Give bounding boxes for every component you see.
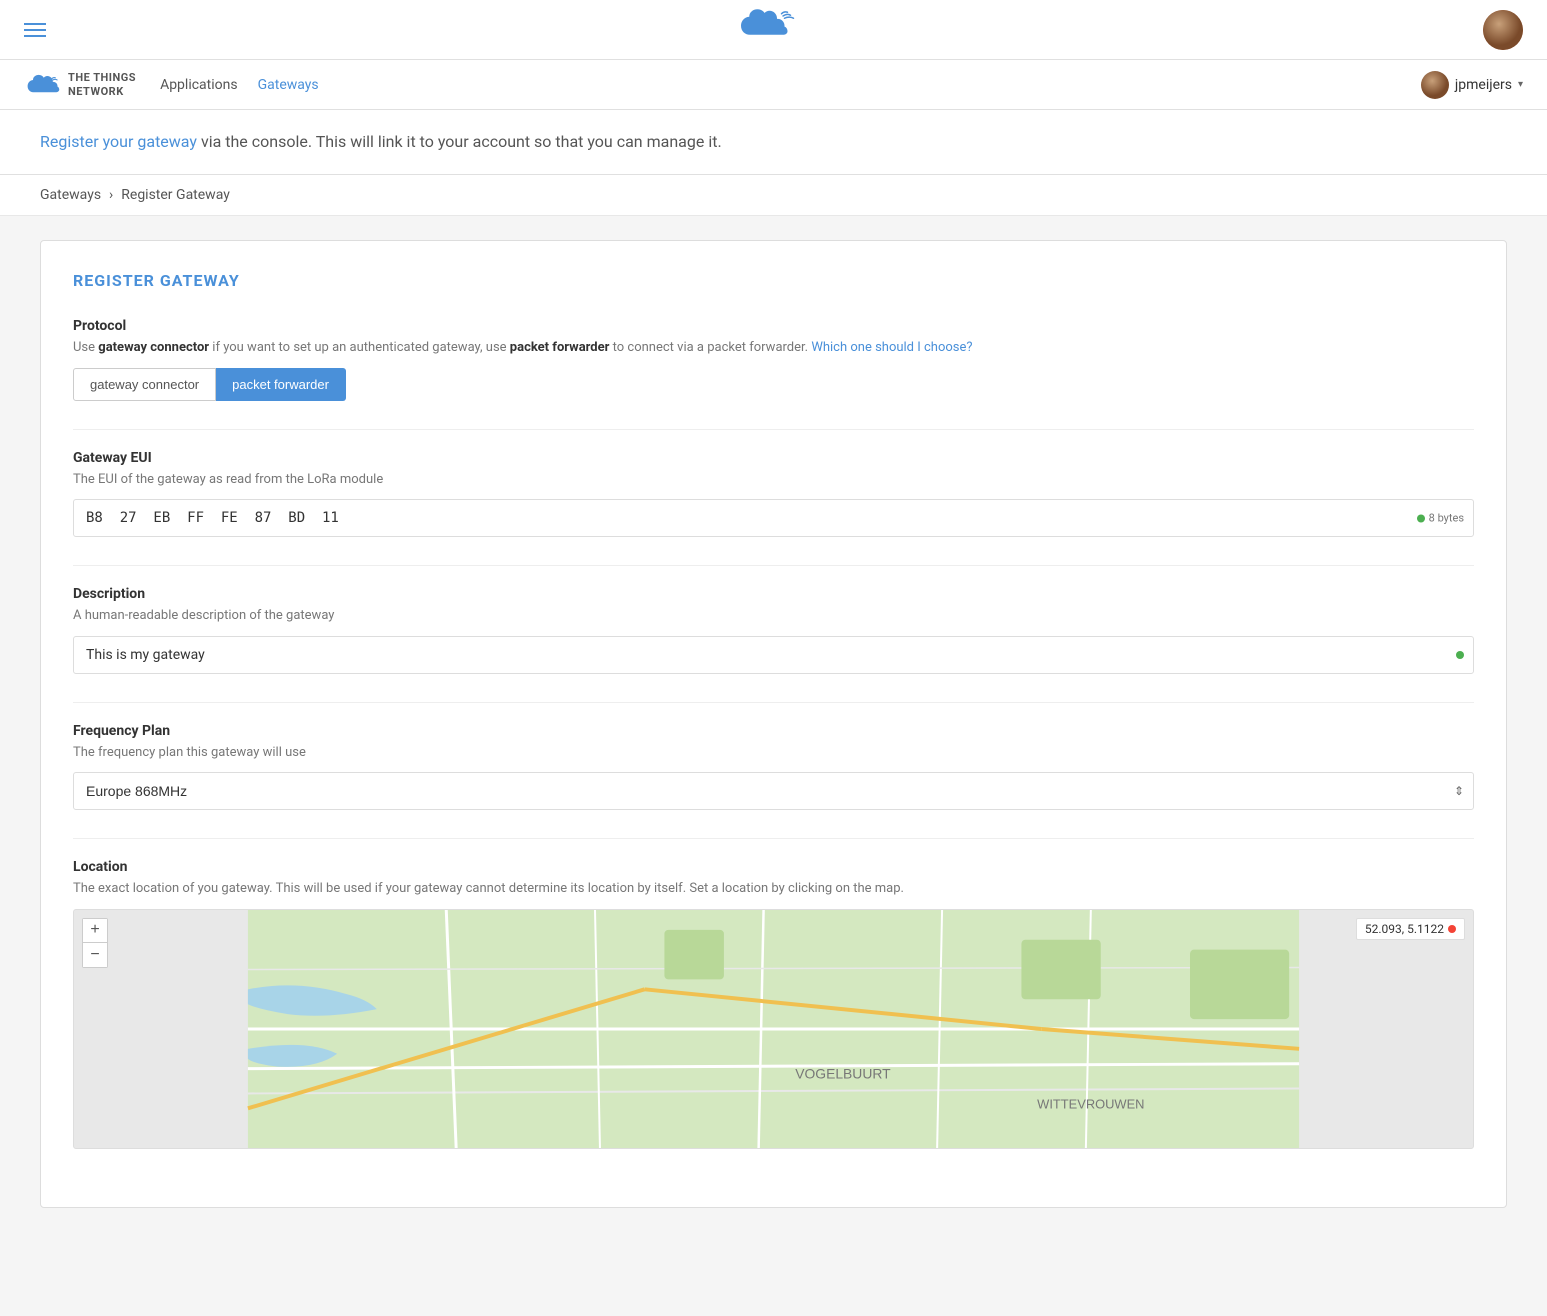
location-desc: The exact location of you gateway. This … xyxy=(73,879,1474,899)
description-desc: A human-readable description of the gate… xyxy=(73,606,1474,626)
nav-link-applications[interactable]: Applications xyxy=(160,73,238,97)
location-label: Location xyxy=(73,859,1474,875)
gateway-eui-section: Gateway EUI The EUI of the gateway as re… xyxy=(73,450,1474,538)
which-one-link[interactable]: Which one should I choose? xyxy=(811,340,972,355)
protocol-section: Protocol Use gateway connector if you wa… xyxy=(73,318,1474,401)
frequency-plan-desc: The frequency plan this gateway will use xyxy=(73,743,1474,763)
register-gateway-form: REGISTER GATEWAY Protocol Use gateway co… xyxy=(40,240,1507,1208)
frequency-plan-section: Frequency Plan The frequency plan this g… xyxy=(73,723,1474,811)
gateway-eui-field-wrapper: 8 bytes xyxy=(73,499,1474,537)
eui-status-dot xyxy=(1417,514,1425,522)
map-container[interactable]: VOGELBUURT WITTEVROUWEN + − 52.093, 5.11… xyxy=(73,909,1474,1149)
description-label: Description xyxy=(73,586,1474,602)
btn-gateway-connector[interactable]: gateway connector xyxy=(73,368,216,401)
hamburger-menu[interactable] xyxy=(24,23,46,37)
nav-link-gateways[interactable]: Gateways xyxy=(258,73,319,97)
ttn-logo-text: THE THINGS NETWORK xyxy=(68,71,136,97)
form-title: REGISTER GATEWAY xyxy=(73,271,1474,290)
svg-text:VOGELBUURT: VOGELBUURT xyxy=(795,1065,891,1081)
top-bar xyxy=(0,0,1547,60)
description-section: Description A human-readable description… xyxy=(73,586,1474,674)
gateway-eui-label: Gateway EUI xyxy=(73,450,1474,466)
secondary-nav: THE THINGS NETWORK Applications Gateways… xyxy=(0,60,1547,110)
page-intro: Register your gateway via the console. T… xyxy=(0,110,1547,175)
page-intro-text: via the console. This will link it to yo… xyxy=(197,132,722,151)
breadcrumb-parent[interactable]: Gateways xyxy=(40,187,101,203)
description-status-dot xyxy=(1456,651,1464,659)
coords-status-dot xyxy=(1448,925,1456,933)
protocol-description: Use gateway connector if you want to set… xyxy=(73,338,1474,358)
gateway-eui-description: The EUI of the gateway as read from the … xyxy=(73,470,1474,490)
user-avatar-top[interactable] xyxy=(1483,10,1523,50)
coordinates-value: 52.093, 5.1122 xyxy=(1365,922,1444,936)
eui-badge: 8 bytes xyxy=(1417,512,1464,525)
frequency-plan-select-wrapper: Europe 868MHz US 915MHz AU 915MHz AS 923… xyxy=(73,772,1474,810)
map-tiles: VOGELBUURT WITTEVROUWEN xyxy=(74,910,1473,1148)
svg-text:WITTEVROUWEN: WITTEVROUWEN xyxy=(1037,1096,1144,1111)
btn-packet-forwarder[interactable]: packet forwarder xyxy=(216,368,346,401)
frequency-plan-label: Frequency Plan xyxy=(73,723,1474,739)
cloud-logo-icon xyxy=(735,5,795,54)
chevron-down-icon: ▾ xyxy=(1518,79,1523,90)
description-input[interactable] xyxy=(73,636,1474,674)
ttn-logo: THE THINGS NETWORK xyxy=(24,71,136,97)
map-zoom-controls: + − xyxy=(82,918,108,968)
register-gateway-link[interactable]: Register your gateway xyxy=(40,132,197,151)
frequency-plan-select[interactable]: Europe 868MHz US 915MHz AU 915MHz AS 923… xyxy=(73,772,1474,810)
zoom-in-button[interactable]: + xyxy=(83,919,107,943)
gateway-eui-input[interactable] xyxy=(73,499,1474,537)
breadcrumb-separator: › xyxy=(109,187,113,203)
username-label: jpmeijers xyxy=(1455,77,1512,93)
breadcrumb-current: Register Gateway xyxy=(121,187,230,203)
main-content: REGISTER GATEWAY Protocol Use gateway co… xyxy=(0,216,1547,1232)
user-avatar-secondary xyxy=(1421,71,1449,99)
nav-links: Applications Gateways xyxy=(160,73,1421,97)
user-section[interactable]: jpmeijers ▾ xyxy=(1421,71,1523,99)
map-coordinates: 52.093, 5.1122 xyxy=(1356,918,1465,940)
description-field-wrapper xyxy=(73,636,1474,674)
protocol-buttons: gateway connector packet forwarder xyxy=(73,368,1474,401)
breadcrumb: Gateways › Register Gateway xyxy=(0,175,1547,216)
description-badge xyxy=(1456,651,1464,659)
zoom-out-button[interactable]: − xyxy=(83,943,107,967)
protocol-label: Protocol xyxy=(73,318,1474,334)
location-section: Location The exact location of you gatew… xyxy=(73,859,1474,1149)
